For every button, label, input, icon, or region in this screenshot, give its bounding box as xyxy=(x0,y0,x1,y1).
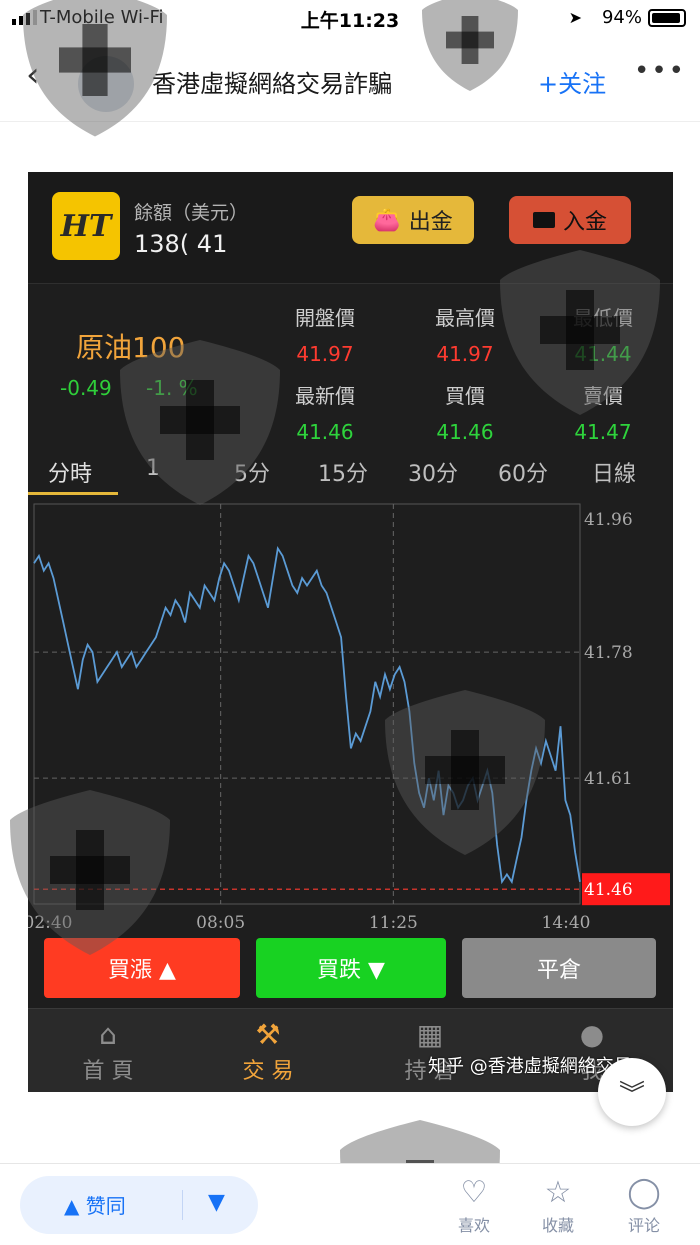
value-open: 41.97 xyxy=(296,342,354,366)
label-ask: 賣價 xyxy=(583,384,623,408)
location-icon: ➤ xyxy=(568,8,582,27)
author-avatar[interactable] xyxy=(78,56,134,112)
favorite-button[interactable]: ☆ 收藏 xyxy=(528,1174,588,1236)
home-icon: ⌂ xyxy=(99,1018,117,1051)
price-change: -0.49 xyxy=(60,376,112,400)
nav-trade-label: 交 易 xyxy=(242,1059,294,1084)
trading-screenshot: HT 餘額（美元） 138( 41 👛 出金 入金 原油100 -0.49 -1… xyxy=(28,172,673,1092)
bottom-action-bar: ▲ 赞同 ▼ ♡ 喜欢 ☆ 收藏 ◯ 评论 xyxy=(0,1163,700,1245)
like-label: 喜欢 xyxy=(457,1216,490,1235)
double-chevron-down-icon: ︾ xyxy=(618,1079,645,1110)
withdraw-label: 出金 xyxy=(408,210,453,235)
trade-actions: 買漲 ▲ 買跌 ▼ 平倉 xyxy=(28,936,673,1008)
page-title: 香港虛擬網絡交易詐騙 xyxy=(152,70,392,98)
tab-1min[interactable]: 1 xyxy=(146,456,160,481)
y-tick-label: 41.78 xyxy=(584,643,633,663)
label-low: 最低價 xyxy=(573,306,633,330)
more-options-button[interactable]: ••• xyxy=(634,56,686,86)
label-latest: 最新價 xyxy=(295,384,355,408)
label-high: 最高價 xyxy=(435,306,495,330)
price-series-line xyxy=(33,545,581,885)
withdraw-button[interactable]: 👛 出金 xyxy=(352,196,474,244)
tab-30min[interactable]: 30分 xyxy=(408,456,458,488)
balance-value: 138( 41 xyxy=(134,230,228,258)
comment-label: 评论 xyxy=(627,1216,660,1235)
card-icon xyxy=(532,212,555,228)
status-time: 上午11:23 xyxy=(300,10,400,32)
boxes-icon: ▦ xyxy=(416,1018,444,1051)
comment-bubble-icon: ◯ xyxy=(627,1175,661,1210)
quote-panel: 原油100 -0.49 -1. % 開盤價 最高價 最低價 41.97 41.9… xyxy=(28,284,673,444)
downvote-button[interactable]: ▼ xyxy=(208,1190,225,1215)
broker-logo: HT xyxy=(52,192,120,260)
plot-frame xyxy=(33,503,581,905)
follow-button[interactable]: +关注 xyxy=(538,64,606,99)
y-axis-ticks: 41.96 41.78 41.61 xyxy=(584,510,633,789)
buy-down-button[interactable]: 買跌 ▼ xyxy=(256,938,446,998)
user-icon: ● xyxy=(579,1018,605,1051)
tab-15min[interactable]: 15分 xyxy=(318,456,368,488)
y-tick-label: 41.61 xyxy=(584,769,633,789)
x-tick-label: 14:40 xyxy=(542,913,591,933)
account-bar: HT 餘額（美元） 138( 41 👛 出金 入金 xyxy=(28,172,673,284)
gavel-icon: ⚒ xyxy=(255,1018,281,1051)
value-low: 41.44 xyxy=(574,342,632,366)
vote-pill: ▲ 赞同 ▼ xyxy=(20,1176,258,1234)
status-bar: T-Mobile Wi-Fi 上午11:23 ➤ 94% xyxy=(0,0,700,36)
symbol-name: 原油100 xyxy=(76,331,186,364)
timeframe-tabs: 分時 1 5分 15分 30分 60分 日線 xyxy=(28,444,673,496)
label-open: 開盤價 xyxy=(295,306,355,330)
current-price-label: 41.46 xyxy=(584,880,633,900)
value-high: 41.97 xyxy=(436,342,494,366)
value-ask: 41.47 xyxy=(574,420,632,444)
y-tick-label: 41.96 xyxy=(584,510,633,530)
nav-trade[interactable]: ⚒ 交 易 xyxy=(208,1017,328,1085)
like-button[interactable]: ♡ 喜欢 xyxy=(444,1174,504,1236)
star-icon: ☆ xyxy=(544,1175,572,1210)
buy-up-button[interactable]: 買漲 ▲ xyxy=(44,938,240,998)
balance-label: 餘額（美元） xyxy=(134,202,249,224)
battery-percent: 94% xyxy=(601,7,642,28)
heart-icon: ♡ xyxy=(460,1175,488,1210)
wallet-icon: 👛 xyxy=(373,207,401,233)
close-position-button[interactable]: 平倉 xyxy=(462,938,656,998)
price-chart: 41.96 41.78 41.61 02:40 08:05 11:25 14:40 41.… xyxy=(28,503,670,933)
nav-home[interactable]: ⌂ 首 頁 xyxy=(48,1017,168,1085)
back-chevron-icon[interactable]: ‹ xyxy=(26,58,40,92)
app-tab-bar: ⌂ 首 頁 ⚒ 交 易 ▦ 持 倉 ● 我 xyxy=(28,1008,673,1092)
tab-5min[interactable]: 5分 xyxy=(234,456,270,488)
label-bid: 買價 xyxy=(445,384,485,408)
tab-60min[interactable]: 60分 xyxy=(498,456,548,488)
upvote-button[interactable]: ▲ 赞同 xyxy=(64,1190,126,1219)
value-latest: 41.46 xyxy=(296,420,354,444)
zhihu-credit-watermark: 知乎 @香港虛擬網絡交易 xyxy=(428,1056,632,1077)
price-change-percent: -1. % xyxy=(146,376,198,400)
value-bid: 41.46 xyxy=(436,420,494,444)
tab-daily[interactable]: 日線 xyxy=(592,456,636,488)
gridlines xyxy=(34,504,580,904)
deposit-label: 入金 xyxy=(562,210,607,235)
nav-home-label: 首 頁 xyxy=(82,1059,134,1084)
battery-icon xyxy=(648,9,686,27)
top-nav: ‹ 香港虛擬網絡交易詐騙 +关注 ••• xyxy=(0,36,700,122)
favorite-label: 收藏 xyxy=(541,1216,574,1235)
tab-timeshare[interactable]: 分時 xyxy=(48,456,92,488)
comment-button[interactable]: ◯ 评论 xyxy=(614,1174,674,1236)
active-tab-indicator xyxy=(28,492,118,495)
x-tick-label: 08:05 xyxy=(196,913,245,933)
vote-divider xyxy=(182,1190,183,1220)
x-axis-ticks: 02:40 08:05 11:25 14:40 xyxy=(28,913,591,933)
deposit-button[interactable]: 入金 xyxy=(509,196,631,244)
collapse-fab[interactable]: ︾ xyxy=(598,1058,666,1126)
x-tick-label: 11:25 xyxy=(369,913,418,933)
x-tick-label: 02:40 xyxy=(28,913,73,933)
